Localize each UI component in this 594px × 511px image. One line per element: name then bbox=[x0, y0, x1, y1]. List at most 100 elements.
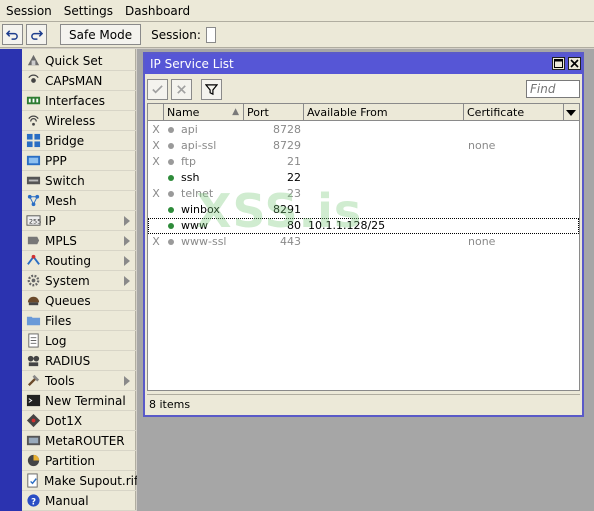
sidebar-item-files[interactable]: Files bbox=[22, 311, 136, 331]
sidebar-item-ip[interactable]: 255 IP bbox=[22, 211, 136, 231]
row-port: 22 bbox=[287, 171, 301, 184]
row-flag bbox=[148, 218, 164, 234]
window-title: IP Service List bbox=[150, 57, 234, 71]
col-name-header[interactable]: Name ▲ bbox=[164, 104, 244, 121]
svg-text:?: ? bbox=[31, 496, 36, 506]
find-input[interactable] bbox=[526, 80, 580, 98]
enable-button[interactable] bbox=[147, 79, 168, 100]
status-dot-icon bbox=[168, 154, 176, 170]
row-available-from bbox=[305, 154, 463, 170]
row-certificate bbox=[466, 122, 566, 138]
row-flag: X bbox=[152, 187, 160, 200]
row-certificate bbox=[466, 202, 566, 218]
table-row[interactable]: Xftp 21 bbox=[148, 154, 579, 170]
col-port-header[interactable]: Port bbox=[244, 104, 304, 121]
disable-button[interactable] bbox=[171, 79, 192, 100]
mpls-icon bbox=[25, 233, 41, 249]
sidebar-item-routing[interactable]: Routing bbox=[22, 251, 136, 271]
sidebar-item-label: New Terminal bbox=[45, 393, 126, 408]
table-row[interactable]: www 80 10.1.1.128/25 bbox=[148, 218, 579, 234]
sidebar-item-label: Mesh bbox=[45, 193, 77, 208]
sidebar-item-system[interactable]: System bbox=[22, 271, 136, 291]
sidebar-item-quick-set[interactable]: Quick Set bbox=[22, 51, 136, 71]
table-row[interactable]: ssh 22 bbox=[148, 170, 579, 186]
column-menu-button[interactable] bbox=[564, 104, 579, 121]
undo-button[interactable] bbox=[2, 24, 23, 45]
row-available-from bbox=[305, 186, 463, 202]
filter-button[interactable] bbox=[201, 79, 222, 100]
sidebar-item-new-terminal[interactable]: New Terminal bbox=[22, 391, 136, 411]
sidebar-item-interfaces[interactable]: Interfaces bbox=[22, 91, 136, 111]
table-row[interactable]: Xapi-ssl 8729 none bbox=[148, 138, 579, 154]
metarouter-icon bbox=[25, 433, 41, 449]
toolbar: Safe Mode Session: bbox=[0, 22, 594, 48]
row-certificate bbox=[466, 170, 566, 186]
ip-icon: 255 bbox=[25, 213, 41, 229]
sidebar-item-label: Files bbox=[45, 313, 72, 328]
row-available-from: 10.1.1.128/25 bbox=[308, 219, 386, 232]
menu-session[interactable]: Session bbox=[0, 0, 58, 22]
status-dot-icon bbox=[168, 138, 176, 154]
sidebar-item-dot1x[interactable]: Dot1X bbox=[22, 411, 136, 431]
sidebar-item-manual[interactable]: ? Manual bbox=[22, 491, 136, 511]
close-button[interactable] bbox=[568, 57, 581, 70]
sidebar-item-radius[interactable]: RADIUS bbox=[22, 351, 136, 371]
col-flag-header[interactable] bbox=[148, 104, 164, 121]
row-port: 23 bbox=[287, 187, 301, 200]
table-row[interactable]: Xwww-ssl 443 none bbox=[148, 234, 579, 250]
row-available-from bbox=[305, 170, 463, 186]
capsman-icon bbox=[25, 73, 41, 89]
sidebar-item-label: Bridge bbox=[45, 133, 85, 148]
status-dot-icon bbox=[168, 202, 176, 218]
sidebar-item-label: Switch bbox=[45, 173, 85, 188]
sidebar-item-ppp[interactable]: PPP bbox=[22, 151, 136, 171]
check-icon bbox=[152, 85, 163, 94]
sidebar-item-partition[interactable]: Partition bbox=[22, 451, 136, 471]
session-field[interactable] bbox=[205, 26, 216, 43]
table-row[interactable]: winbox 8291 bbox=[148, 202, 579, 218]
chevron-down-icon bbox=[566, 110, 576, 116]
menu-dashboard[interactable]: Dashboard bbox=[119, 0, 196, 22]
status-dot-icon bbox=[168, 170, 176, 186]
row-flag: X bbox=[152, 155, 160, 168]
col-available-from-header[interactable]: Available From bbox=[304, 104, 464, 121]
table-row[interactable]: Xapi 8728 bbox=[148, 122, 579, 138]
bridge-icon bbox=[25, 133, 41, 149]
row-name: winbox bbox=[181, 203, 220, 216]
sidebar-item-make-supout-rif[interactable]: Make Supout.rif bbox=[22, 471, 138, 491]
tools-icon bbox=[25, 373, 41, 389]
sidebar-item-switch[interactable]: Switch bbox=[22, 171, 136, 191]
filter-icon bbox=[205, 84, 218, 96]
safe-mode-button[interactable]: Safe Mode bbox=[60, 24, 142, 45]
sidebar-item-mesh[interactable]: Mesh bbox=[22, 191, 136, 211]
submenu-arrow-icon bbox=[124, 376, 130, 386]
sidebar-item-tools[interactable]: Tools bbox=[22, 371, 136, 391]
row-flag: X bbox=[152, 139, 160, 152]
sidebar-item-label: System bbox=[45, 273, 90, 288]
maximize-button[interactable] bbox=[552, 57, 565, 70]
row-port: 8291 bbox=[273, 203, 301, 216]
sidebar-item-label: Queues bbox=[45, 293, 91, 308]
row-certificate bbox=[466, 154, 566, 170]
table-row[interactable]: Xtelnet 23 bbox=[148, 186, 579, 202]
redo-button[interactable] bbox=[26, 24, 47, 45]
window-title-bar[interactable]: IP Service List bbox=[145, 54, 582, 74]
sidebar-item-queues[interactable]: Queues bbox=[22, 291, 136, 311]
submenu-arrow-icon bbox=[124, 256, 130, 266]
row-port: 8729 bbox=[273, 139, 301, 152]
sort-asc-icon: ▲ bbox=[232, 107, 239, 117]
manual-icon: ? bbox=[25, 493, 41, 509]
sidebar-item-metarouter[interactable]: MetaROUTER bbox=[22, 431, 136, 451]
sidebar-item-capsman[interactable]: CAPsMAN bbox=[22, 71, 136, 91]
row-certificate: none bbox=[468, 139, 496, 152]
sidebar-item-mpls[interactable]: MPLS bbox=[22, 231, 136, 251]
row-available-from bbox=[305, 234, 463, 250]
submenu-arrow-icon bbox=[124, 236, 130, 246]
sidebar-item-wireless[interactable]: Wireless bbox=[22, 111, 136, 131]
cross-icon bbox=[177, 85, 186, 94]
row-available-from bbox=[305, 202, 463, 218]
sidebar-item-bridge[interactable]: Bridge bbox=[22, 131, 136, 151]
menu-settings[interactable]: Settings bbox=[58, 0, 119, 22]
col-certificate-header[interactable]: Certificate bbox=[464, 104, 564, 121]
sidebar-item-log[interactable]: Log bbox=[22, 331, 136, 351]
